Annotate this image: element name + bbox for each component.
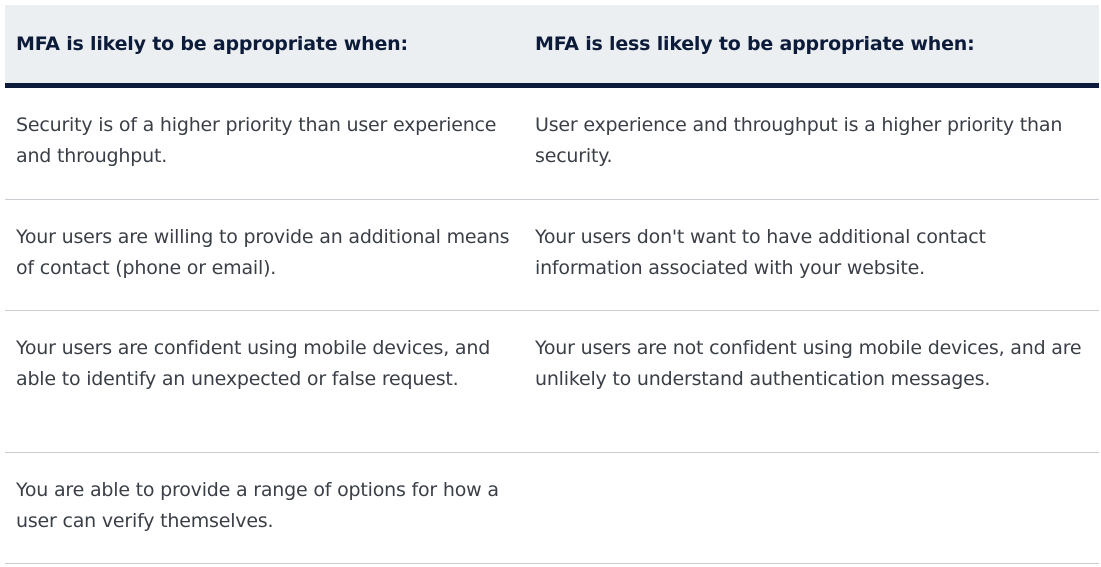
table-row: Security is of a higher priority than us…	[5, 88, 1099, 200]
column-header-appropriate: MFA is likely to be appropriate when:	[16, 33, 408, 55]
table-row: Your users are willing to provide an add…	[5, 200, 1099, 311]
table-cell-less-appropriate	[524, 475, 1099, 563]
table-cell-less-appropriate: Your users don't want to have additional…	[535, 226, 986, 279]
column-header-less-appropriate: MFA is less likely to be appropriate whe…	[535, 33, 975, 55]
table-cell-less-appropriate: Your users are not confident using mobil…	[535, 337, 1082, 390]
table-row: Your users are confident using mobile de…	[5, 311, 1099, 453]
table-cell-less-appropriate: User experience and throughput is a high…	[535, 114, 1063, 167]
table-row: You are able to provide a range of optio…	[5, 453, 1099, 564]
table-cell-appropriate: You are able to provide a range of optio…	[16, 479, 499, 532]
table-cell-appropriate: Your users are willing to provide an add…	[16, 226, 510, 279]
table-header: MFA is likely to be appropriate when: MF…	[5, 5, 1099, 88]
table-cell-appropriate: Security is of a higher priority than us…	[16, 114, 497, 167]
table-cell-appropriate: Your users are confident using mobile de…	[16, 337, 491, 390]
mfa-comparison-table: MFA is likely to be appropriate when: MF…	[5, 5, 1099, 564]
